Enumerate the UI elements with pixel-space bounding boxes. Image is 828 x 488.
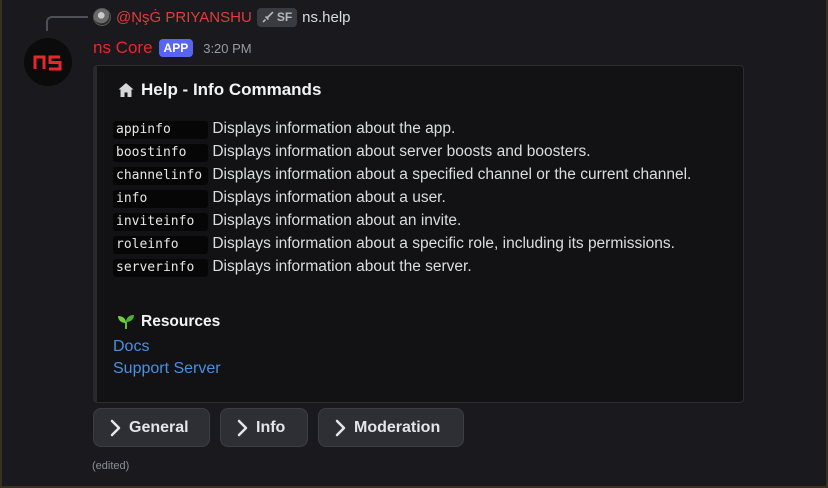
chevron-right-icon — [335, 419, 346, 436]
command-code: roleinfo — [113, 236, 208, 254]
user-avatar-icon[interactable] — [93, 8, 111, 26]
author-name[interactable]: ns Core — [93, 38, 153, 58]
edited-indicator: (edited) — [92, 460, 130, 472]
reply-connector-line — [46, 16, 88, 31]
command-description: Displays information about server boosts… — [212, 143, 591, 160]
command-description: Displays information about the server. — [212, 258, 472, 275]
command-description: Displays information about a specified c… — [212, 166, 692, 183]
command-code: serverinfo — [113, 259, 208, 277]
frame-accent-left — [0, 0, 2, 488]
chevron-right-icon — [110, 419, 121, 436]
command-description: Displays information about a user. — [212, 189, 446, 206]
command-code: appinfo — [113, 121, 208, 139]
moderation-button[interactable]: Moderation — [318, 408, 464, 447]
app-badge: APP — [158, 39, 194, 57]
info-button[interactable]: Info — [220, 408, 308, 447]
command-description: Displays information about a specific ro… — [212, 235, 675, 252]
seedling-icon — [118, 315, 134, 329]
command-code: info — [113, 190, 208, 208]
chat-frame: @ŅşĠ PRIYANSHU SF ns.help ns Core APP 3:… — [0, 0, 828, 488]
reply-preview[interactable]: @ŅşĠ PRIYANSHU SF ns.help — [93, 6, 351, 28]
command-row: serverinfo Displays information about th… — [113, 255, 733, 278]
message-header: ns Core APP 3:20 PM — [93, 36, 252, 60]
command-row: roleinfo Displays information about a sp… — [113, 232, 733, 255]
guild-tag-text: SF — [276, 10, 293, 24]
message-timestamp[interactable]: 3:20 PM — [203, 41, 251, 56]
info-button-label: Info — [256, 418, 286, 436]
sword-icon — [262, 11, 274, 23]
command-row: inviteinfo Displays information about an… — [113, 209, 733, 232]
command-code: inviteinfo — [113, 213, 208, 231]
docs-link[interactable]: Docs — [113, 338, 149, 356]
embed-title: Help - Info Commands — [117, 80, 321, 100]
command-row: info Displays information about a user. — [113, 186, 733, 209]
embed-title-text: Help - Info Commands — [141, 80, 322, 99]
command-row: appinfo Displays information about the a… — [113, 117, 733, 140]
command-list: appinfo Displays information about the a… — [113, 117, 733, 278]
command-row: boostinfo Displays information about ser… — [113, 140, 733, 163]
help-embed: Help - Info Commands appinfo Displays in… — [93, 65, 744, 403]
resources-heading-text: Resources — [141, 313, 221, 330]
chevron-right-icon — [237, 419, 248, 436]
general-button[interactable]: General — [93, 408, 210, 447]
command-code: channelinfo — [113, 167, 208, 185]
general-button-label: General — [129, 418, 189, 436]
guild-tag-badge[interactable]: SF — [256, 7, 298, 27]
moderation-button-label: Moderation — [354, 418, 441, 436]
command-code: boostinfo — [113, 144, 208, 162]
ns-logo-icon — [33, 55, 62, 71]
command-description: Displays information about an invite. — [212, 212, 462, 229]
command-description: Displays information about the app. — [212, 120, 456, 137]
support-server-link[interactable]: Support Server — [113, 360, 221, 378]
resources-heading: Resources — [117, 313, 220, 331]
bot-avatar[interactable] — [24, 38, 72, 86]
command-row: channelinfo Displays information about a… — [113, 163, 733, 186]
reply-username[interactable]: @ŅşĠ PRIYANSHU — [116, 9, 252, 26]
home-icon — [118, 83, 134, 97]
reply-message-text[interactable]: ns.help — [302, 9, 350, 26]
